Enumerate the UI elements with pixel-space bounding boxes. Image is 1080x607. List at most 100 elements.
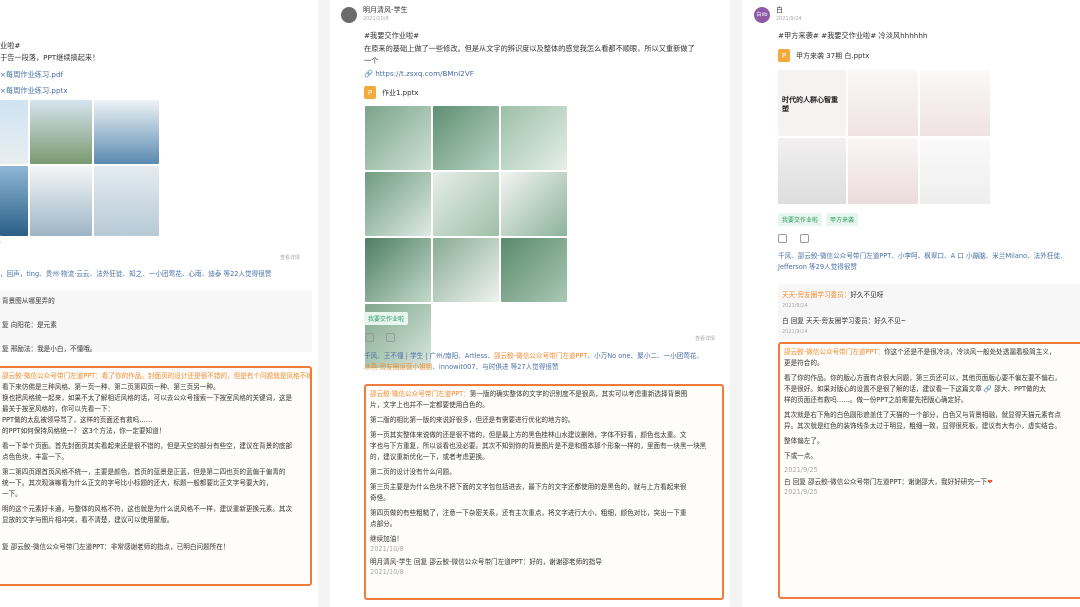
review-line: 明的这个元素好卡通，与整体的风格不符，这也就是为什么说风格不一样，建议重新更换元… — [2, 505, 293, 513]
slide-thumbnails[interactable]: 时代的人群心智重塑 — [778, 70, 990, 204]
slide-thumbnails[interactable] — [0, 100, 159, 236]
comment: 复 邢励法：我是小白，不懂哦。 — [2, 345, 97, 353]
slide-thumbnail[interactable] — [848, 70, 918, 136]
likers-list[interactable]: ，回声，ting、贵州·物流·云云、法外狂徒、知之、一小团莺花、心雨、迪泰 等2… — [0, 268, 271, 280]
reply-date: 2021/9/25 — [784, 488, 818, 496]
slide-thumbnail[interactable] — [433, 106, 499, 170]
heart-icon: ❤ — [987, 478, 993, 486]
reply-line: 白 回复 邵云鲛-微信公众号带门左道PPT：谢谢邵大，我好好研究一下❤ — [784, 478, 993, 486]
slide-thumbnail[interactable] — [501, 238, 567, 302]
review-line: 不是很好。如果对版心的设置不是很了解的话，建议看一下这篇文章 🔗 邵大、PPT做… — [784, 385, 1046, 393]
review-line: 第一页其实整体来说做的还是很不错的，但是最上方的黑色桂林山水建议删除，字体不好看… — [370, 431, 687, 439]
teacher-review-card: 邵云鲛-微信公众号带门左道PPT：你这个还是不是很冷淡，冷淡风一般处处透漏着极简… — [778, 342, 1080, 599]
like-icon[interactable] — [365, 333, 374, 342]
avatar[interactable]: 白iib — [754, 6, 770, 23]
review-line: 邵云鲛-微信公众号带门左道PPT：你这个还是不是很冷淡，冷淡风一般处处透漏着极简… — [784, 348, 1056, 356]
ppt-file-icon: P — [778, 49, 790, 62]
comment-date: 2021/9/24 — [782, 303, 808, 309]
slide-thumbnail[interactable] — [433, 238, 499, 302]
review-line: 第二版的相比第一版的来说好很多，但还是有需要进行优化的地方的。 — [370, 416, 575, 424]
slide-thumbnail[interactable] — [433, 172, 499, 236]
review-line: PPT做的太乱被领导骂了，这样的页面还有救吗…… — [2, 416, 153, 424]
review-line: 一下。 — [2, 490, 22, 498]
review-line: 第四页做的有些粗糙了，注意一下杂密关系，还有主次重点，将文字进行大小，粗细，颜色… — [370, 509, 687, 517]
slide-thumbnail[interactable] — [920, 138, 990, 204]
review-line: 点色色块，丰富一下。 — [2, 453, 68, 461]
review-line: 整体偏左了。 — [784, 437, 824, 445]
review-line: 第二页的设计没有什么问题。 — [370, 468, 456, 476]
slide-thumbnails[interactable] — [365, 106, 567, 368]
review-line: 邵云鲛·微信公众号带门左道PPT：第一版的确实整体的文字的识别度不是很高，其实可… — [370, 390, 688, 398]
review-line: 的PPT如何保持风格统一？ 这3个方法，你一定要知道！ — [2, 427, 166, 435]
slide-thumbnail[interactable] — [365, 106, 431, 170]
review-line: 片，文字上也并不一定都要使用白色的。 — [370, 401, 489, 409]
attachment-file[interactable]: P 甲方来袭 37期 白.pptx — [778, 49, 869, 62]
review-line: 下或一点。 — [784, 452, 817, 460]
post-column-middle: 明月清风-学生 2021/10/8 #我要交作业啦# 在原来的基础上做了一些修改… — [333, 0, 728, 607]
attachment-link[interactable]: ×每周作业练习.pptx — [0, 85, 68, 97]
post-text-line: 一个 — [364, 56, 379, 65]
slide-thumbnail[interactable] — [0, 100, 28, 164]
comment: 复 向阳花：是元素 — [2, 321, 57, 329]
post-hashtag[interactable]: #甲方来袭# #我要交作业啦# 冷淡风hhhhhh — [778, 30, 927, 42]
review-line: 其次就是右下角的白色圆形遮盖住了天猫的一个部分，白色又与背景相融，就显得天猫元素… — [784, 411, 1061, 419]
comment: 天天-旁友圈学习委员：好久不见呀 — [782, 291, 884, 299]
review-line: 继续加油！ — [370, 535, 403, 543]
comment-icon[interactable] — [800, 234, 809, 243]
view-more-link[interactable]: 查看详情 — [280, 252, 300, 264]
review-line: 最关于按室风格的，你可以先看一下： — [2, 405, 115, 413]
post-hashtag[interactable]: #我要交作业啦# — [364, 30, 419, 42]
view-more-link[interactable]: 查看详情 — [695, 333, 715, 345]
review-date: 2021/9/25 — [784, 466, 818, 474]
reply-line: 复 邵云鲛-微信公众号带门左道PPT：非常感谢老师的指点，已明白问题所在！ — [2, 543, 230, 551]
attachment-link[interactable]: ×每周作业练习.pdf — [0, 69, 63, 81]
slide-thumbnail[interactable] — [30, 166, 92, 236]
review-line: 第二第四页跟首页风格不统一，主要是颜色，首页的蓝景是正蓝，但是第二四也页的蓝偏于… — [2, 468, 286, 476]
post-link[interactable]: 🔗 https://t.zsxq.com/BMnI2VF — [364, 68, 474, 80]
review-line: 第三页主要是为什么色块不把下面的文字包包括进去，最下方的文字还都使用的是黑色的，… — [370, 483, 687, 491]
slide-thumbnail[interactable]: 时代的人群心智重塑 — [778, 70, 846, 136]
review-line: 异。其次就是红色的装饰线条太过于明显，粗细一致，显得很死板，建议有大有小，虚实结… — [784, 422, 1061, 430]
likers-list[interactable]: 冰燕-旁友圈运营小姐姐、innowit007、与时俱进 等27人觉得很赞 — [364, 361, 559, 373]
review-line: 邵云鲛·微信公众号带门左道PPT：看了你的作品。封面页的设计还是很不错的，但是有… — [2, 372, 312, 380]
comment: 白 回复 天天-旁友圈学习委员：好久不见~ — [782, 317, 907, 325]
comment-icon[interactable] — [386, 333, 395, 342]
slide-thumbnail[interactable] — [920, 70, 990, 136]
slide-thumbnail[interactable] — [94, 100, 159, 164]
slide-thumbnail[interactable] — [848, 138, 918, 204]
post-header: 明月清风-学生 2021/10/8 — [341, 6, 408, 23]
slide-thumbnail[interactable] — [30, 100, 92, 164]
slide-thumbnail[interactable] — [365, 172, 431, 236]
slide-thumbnail[interactable] — [0, 166, 28, 236]
username[interactable]: 明月清风-学生 — [363, 6, 408, 15]
tag[interactable]: 我要交作业啦 — [778, 213, 823, 226]
tag-list: 我要交作业啦 甲方来袭 — [778, 213, 862, 226]
likers-list[interactable]: 千风、邵云鲛-微信公众号带门左道PPT、小李呵、枫翠口、A 口 小蹦脑、米兰Mi… — [778, 251, 1080, 273]
slide-thumbnail[interactable] — [94, 166, 159, 236]
review-line: 看一下单个页面。首先封面页其实看起来还是很不错的，但是天空的部分有些空，建议在背… — [2, 442, 293, 450]
review-line: 字也与下方重复，所以谈看也没必要。其次不知到你的背景图片是不是和图本那个形象一样… — [370, 442, 707, 450]
post-date: 2021/9/24 — [776, 16, 802, 22]
post-column-right: 白iib 白 2021/9/24 #甲方来袭# #我要交作业啦# 冷淡风hhhh… — [750, 0, 1080, 607]
link-icon: 🔗 — [364, 69, 376, 78]
slide-thumbnail[interactable] — [365, 238, 431, 302]
slide-thumbnail[interactable] — [501, 172, 567, 236]
like-icon[interactable] — [778, 234, 787, 243]
tag[interactable]: 甲方来袭 — [826, 213, 859, 226]
review-line: 奇怪。 — [370, 494, 390, 502]
slide-thumbnail[interactable] — [778, 138, 846, 204]
attachment-file[interactable]: P 作业1.pptx — [364, 86, 418, 99]
comment: 背景图从哪里弄的 — [2, 297, 55, 305]
tag[interactable]: . — [0, 236, 2, 248]
review-line: 更是符合的。 — [784, 359, 824, 367]
post-column-left: 业啦# 于告一段落，PPT继续搞起来！ ×每周作业练习.pdf ×每周作业练习.… — [0, 0, 318, 607]
review-line: 的，建议重新优化一下，或者考虑更换。 — [370, 453, 489, 461]
avatar[interactable] — [341, 6, 357, 23]
tag[interactable]: 我要交作业啦 — [364, 312, 409, 325]
reply-line: 明月清风-学生 回复 邵云鲛-微信公众号带门左道PPT：好的，谢谢邵老师的指导 — [370, 558, 602, 566]
slide-thumbnail[interactable] — [501, 106, 567, 170]
teacher-review-card: 邵云鲛·微信公众号带门左道PPT：第一版的确实整体的文字的识别度不是很高，其实可… — [364, 384, 724, 600]
review-line: 看下来仿佛是三种风格、第一页一种、第二页第四页一种、第三页另一种。 — [2, 383, 220, 391]
username[interactable]: 白 — [776, 6, 802, 15]
teacher-review-card: 邵云鲛·微信公众号带门左道PPT：看了你的作品。封面页的设计还是很不错的，但是有… — [0, 366, 312, 586]
